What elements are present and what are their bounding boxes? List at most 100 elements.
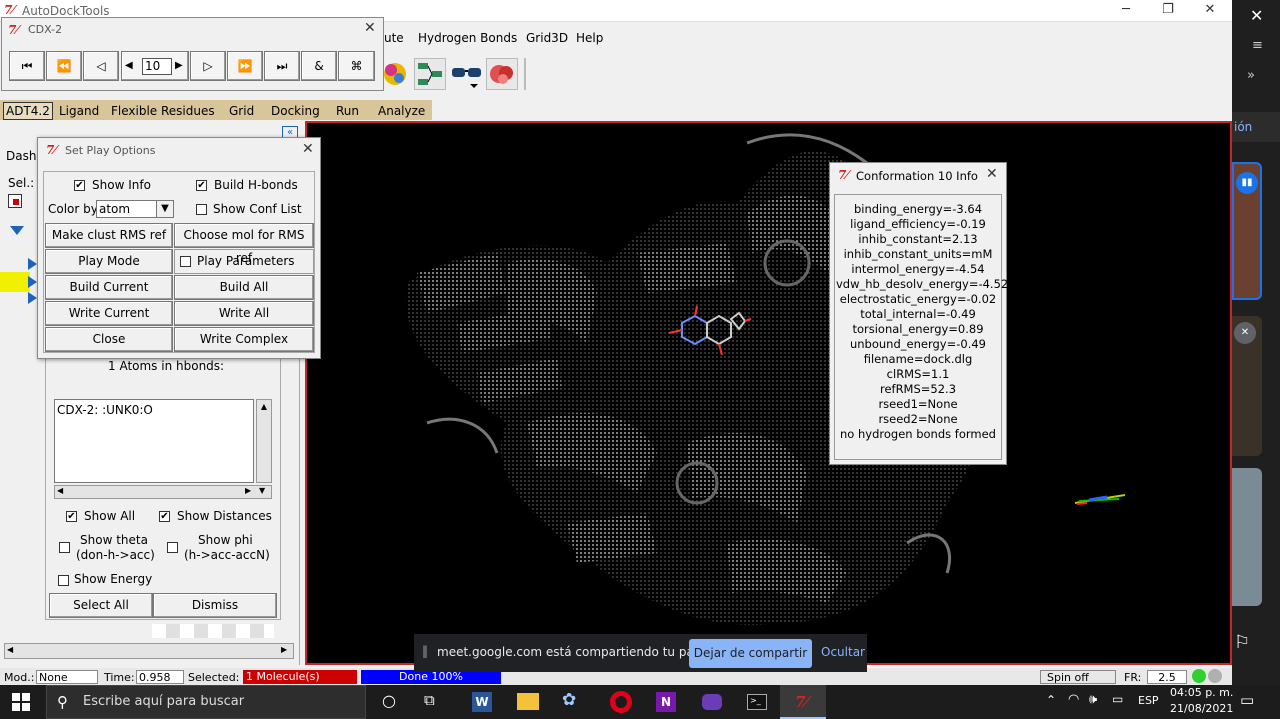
volume-icon[interactable]: 🕪 — [1089, 692, 1097, 707]
game-app-icon[interactable] — [702, 694, 722, 710]
opera-icon[interactable] — [610, 691, 632, 713]
close-icon[interactable]: ✕ — [986, 166, 998, 182]
choose-mol-rms-ref-button[interactable]: Choose mol for RMS ref — [174, 223, 314, 265]
surface-render-icon[interactable] — [486, 58, 518, 90]
menu-icon[interactable]: ≡ — [1252, 38, 1263, 53]
make-clust-rms-ref-button[interactable]: Make clust RMS ref — [45, 223, 173, 248]
build-current-button[interactable]: Build Current — [45, 275, 173, 300]
next-icon[interactable]: ▶ — [175, 52, 183, 80]
close-icon[interactable]: ✕ — [364, 20, 376, 36]
show-phi-checkbox[interactable] — [167, 542, 178, 553]
menu-item-hydrogen-bonds[interactable]: Hydrogen Bonds — [418, 31, 517, 45]
autodock-taskbar-icon[interactable]: ✿ — [562, 690, 576, 710]
fast-forward-button[interactable]: ⏩ — [227, 51, 263, 81]
dashboard-horizontal-scrollbar[interactable]: ◀ ▶ — [4, 643, 294, 659]
close-icon[interactable]: ✕ — [1250, 6, 1263, 25]
collapse-triangle-icon[interactable] — [28, 276, 37, 288]
write-complex-button[interactable]: Write Complex — [174, 327, 314, 352]
settings-button[interactable]: ⌘ — [338, 51, 375, 81]
menu-item-compute[interactable]: ute — [384, 31, 404, 45]
expand-triangle-icon[interactable] — [10, 226, 24, 235]
tab-grid[interactable]: Grid — [229, 104, 254, 118]
first-frame-button[interactable]: ⏮ — [9, 51, 45, 81]
collapse-triangle-icon[interactable] — [28, 292, 37, 304]
stereo-glasses-icon[interactable] — [450, 58, 484, 90]
clock-date[interactable]: 21/08/2021 — [1170, 702, 1233, 715]
play-button[interactable]: ▷ — [190, 51, 226, 81]
show-energy-checkbox[interactable] — [58, 575, 69, 586]
step-back-button[interactable]: ◁ — [83, 51, 119, 81]
participant-tile[interactable] — [1232, 468, 1262, 606]
show-theta-checkbox[interactable] — [59, 542, 70, 553]
wifi-icon[interactable]: ◠ — [1068, 692, 1079, 707]
cortana-icon[interactable]: ○ — [382, 691, 396, 710]
tab-docking[interactable]: Docking — [271, 104, 320, 118]
language-indicator[interactable]: ESP — [1138, 694, 1159, 707]
windows-start-icon[interactable] — [12, 693, 30, 711]
tab-ligand[interactable]: Ligand — [59, 104, 99, 118]
select-tool-icon[interactable] — [8, 194, 22, 208]
chevron-right-icon[interactable]: » — [1247, 68, 1255, 83]
hbond-listbox[interactable]: CDX-2: :UNK0:O — [54, 399, 254, 483]
last-frame-button[interactable]: ⏭ — [264, 51, 300, 81]
word-icon[interactable]: W — [472, 692, 492, 712]
frame-input[interactable]: 10 — [142, 58, 172, 75]
vertical-scrollbar[interactable]: ▲ — [256, 399, 272, 483]
show-info-checkbox[interactable]: ✔ — [74, 180, 85, 191]
task-view-icon[interactable]: ⧉ — [424, 691, 435, 709]
close-icon[interactable]: ✕ — [1190, 0, 1230, 22]
rewind-button[interactable]: ⏪ — [46, 51, 82, 81]
write-current-button[interactable]: Write Current — [45, 301, 173, 326]
taskbar-search-box[interactable]: ⚲ Escribe aquí para buscar — [46, 685, 366, 719]
dismiss-button[interactable]: Dismiss — [153, 593, 277, 618]
share-icon[interactable]: ⚐ — [1234, 632, 1250, 653]
prev-icon[interactable]: ◀ — [125, 52, 133, 80]
select-all-button[interactable]: Select All — [49, 593, 153, 618]
tab-flexible-residues[interactable]: Flexible Residues — [111, 104, 215, 118]
participant-tile[interactable]: ✕ — [1232, 316, 1262, 456]
spin-select[interactable]: Spin off — [1040, 670, 1116, 684]
show-distances-checkbox[interactable]: ✔ — [159, 511, 170, 522]
build-all-button[interactable]: Build All — [174, 275, 314, 300]
tab-run[interactable]: Run — [336, 104, 359, 118]
molecule-viewer[interactable] — [305, 121, 1232, 665]
clock-time[interactable]: 04:05 p. m. — [1170, 686, 1233, 699]
last-icon: ⏭ — [276, 59, 288, 73]
battery-icon[interactable]: ▭ — [1112, 692, 1123, 706]
write-all-button[interactable]: Write All — [174, 301, 314, 326]
tab-analyze[interactable]: Analyze — [378, 104, 425, 118]
close-icon[interactable]: ✕ — [302, 141, 314, 157]
info-line: intermol_energy=-4.54 — [851, 262, 985, 276]
frame-spinner[interactable]: ◀ 10 ▶ — [121, 51, 189, 81]
menu-item-grid3d[interactable]: Grid3D — [526, 31, 568, 45]
close-button[interactable]: Close — [45, 327, 173, 352]
play-parameters-checkbox[interactable] — [180, 256, 191, 267]
file-explorer-icon[interactable] — [517, 693, 539, 710]
show-all-checkbox[interactable]: ✔ — [66, 511, 77, 522]
chevron-up-icon[interactable]: ⌃ — [1046, 693, 1056, 707]
list-item[interactable]: CDX-2: :UNK0:O — [57, 403, 153, 417]
stop-sharing-button[interactable]: Dejar de compartir — [689, 639, 812, 668]
play-mode-button[interactable]: Play Mode — [45, 249, 173, 274]
hide-button[interactable]: Ocultar — [821, 645, 865, 659]
tab-adt42[interactable]: ADT4.2 — [3, 102, 53, 120]
horizontal-scrollbar[interactable]: ◀ ▶ ▼ — [54, 485, 272, 499]
notifications-icon[interactable]: ▭ — [1240, 691, 1254, 709]
terminal-icon[interactable]: >_ — [747, 694, 767, 710]
mod-value: None — [36, 670, 98, 684]
show-conf-list-checkbox[interactable] — [196, 204, 207, 215]
collapse-triangle-icon[interactable] — [28, 258, 37, 270]
screen-share-bar: ‖ meet.google.com está compartiendo tu p… — [414, 634, 867, 672]
maximize-icon[interactable]: ❐ — [1148, 0, 1188, 22]
participant-tile[interactable]: ▮▮ — [1232, 162, 1262, 300]
build-hbonds-checkbox[interactable]: ✔ — [196, 180, 207, 191]
onenote-icon[interactable]: N — [656, 692, 676, 712]
tk-taskbar-button[interactable]: 7⁄ — [780, 685, 826, 719]
minimize-icon[interactable]: ─ — [1106, 0, 1146, 22]
drag-handle-icon[interactable]: ‖ — [422, 644, 428, 658]
hbond-network-icon[interactable] — [414, 58, 446, 90]
sphere-display-icon[interactable] — [380, 58, 410, 90]
menu-item-help[interactable]: Help — [576, 31, 603, 45]
chevron-down-icon[interactable]: ▼ — [156, 200, 174, 218]
loop-button[interactable]: & — [301, 51, 337, 81]
